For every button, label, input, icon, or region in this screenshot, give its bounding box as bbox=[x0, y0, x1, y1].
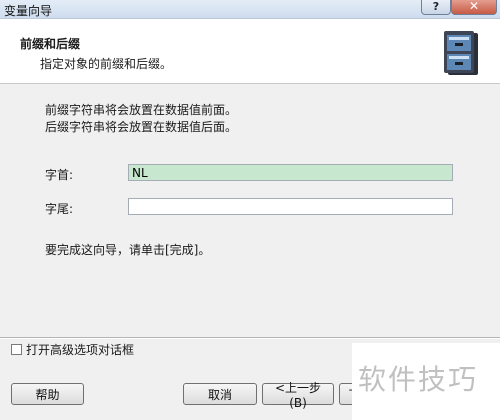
suffix-input[interactable] bbox=[128, 198, 453, 215]
watermark-text: 软件技巧 bbox=[358, 363, 479, 396]
suffix-description: 后缀字符串将会放置在数据值后面。 bbox=[45, 120, 238, 134]
watermark: 软件技巧 bbox=[352, 343, 500, 420]
close-icon[interactable]: ✕ bbox=[451, 0, 497, 15]
title-bar: 变量向导 ? ✕ bbox=[0, 0, 500, 19]
prefix-input[interactable] bbox=[128, 164, 453, 181]
prefix-description: 前缀字符串将会放置在数据值前面。 bbox=[45, 103, 238, 117]
window-title: 变量向导 bbox=[4, 4, 53, 18]
file-cabinet-icon bbox=[444, 31, 478, 75]
divider bbox=[0, 337, 500, 339]
help-button[interactable]: 帮助 bbox=[11, 383, 84, 405]
page-title: 前缀和后缀 bbox=[20, 37, 81, 51]
suffix-label: 字尾: bbox=[45, 202, 74, 216]
advanced-checkbox[interactable] bbox=[11, 344, 22, 355]
page-subtitle: 指定对象的前缀和后缀。 bbox=[40, 57, 173, 71]
back-button[interactable]: <上一步(B) bbox=[262, 381, 334, 410]
advanced-options[interactable]: 打开高级选项对话框 bbox=[11, 341, 134, 358]
cancel-button[interactable]: 取消 bbox=[183, 383, 257, 405]
wizard-header: 前缀和后缀 指定对象的前缀和后缀。 bbox=[0, 19, 500, 84]
prefix-label: 字首: bbox=[45, 168, 74, 182]
finish-hint: 要完成这向导，请单击[完成]。 bbox=[45, 243, 211, 257]
help-icon[interactable]: ? bbox=[421, 0, 451, 15]
advanced-label: 打开高级选项对话框 bbox=[26, 343, 135, 357]
